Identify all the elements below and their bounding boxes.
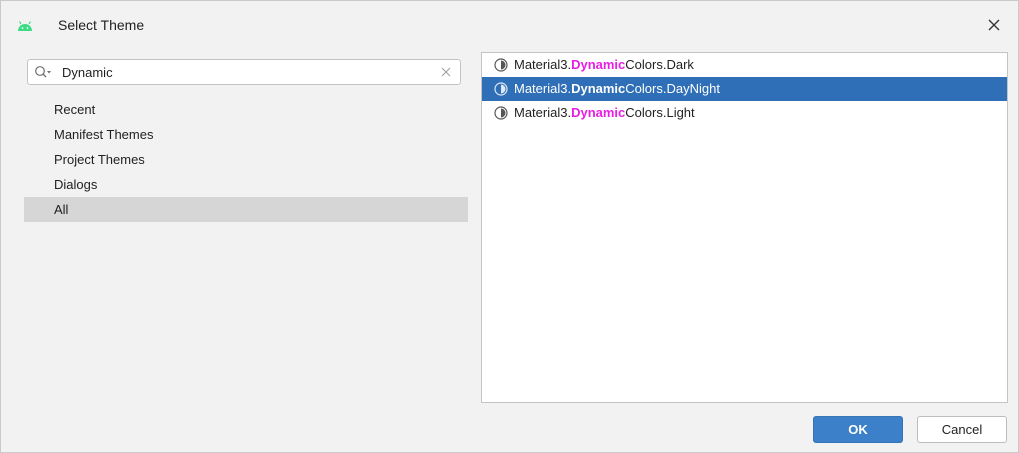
cancel-button[interactable]: Cancel — [917, 416, 1007, 443]
search-input[interactable] — [62, 63, 422, 81]
category-item-recent[interactable]: Recent — [24, 97, 468, 122]
android-icon — [18, 21, 32, 31]
theme-list: Material3.DynamicColors.Dark Material3.D… — [481, 52, 1008, 403]
select-theme-dialog: Select Theme Recent Manifest Themes Proj… — [0, 0, 1019, 453]
theme-item-dark[interactable]: Material3.DynamicColors.Dark — [482, 53, 1007, 77]
theme-icon — [494, 106, 508, 120]
search-icon[interactable] — [34, 65, 52, 79]
clear-icon[interactable] — [441, 67, 451, 77]
close-icon — [988, 19, 1000, 31]
title-bar: Select Theme — [1, 1, 1018, 49]
category-item-all[interactable]: All — [24, 197, 468, 222]
category-list: Recent Manifest Themes Project Themes Di… — [24, 97, 468, 222]
ok-button[interactable]: OK — [813, 416, 903, 443]
theme-icon — [494, 58, 508, 72]
theme-item-daynight[interactable]: Material3.DynamicColors.DayNight — [482, 77, 1007, 101]
theme-label: Material3.DynamicColors.Light — [514, 105, 695, 120]
category-item-dialogs[interactable]: Dialogs — [24, 172, 468, 197]
theme-label: Material3.DynamicColors.DayNight — [514, 81, 720, 96]
dialog-title: Select Theme — [58, 17, 145, 33]
search-match: Dynamic — [571, 57, 626, 72]
search-field[interactable] — [27, 59, 461, 85]
category-item-project-themes[interactable]: Project Themes — [24, 147, 468, 172]
search-match: Dynamic — [571, 105, 626, 120]
theme-label: Material3.DynamicColors.Dark — [514, 57, 694, 72]
theme-item-light[interactable]: Material3.DynamicColors.Light — [482, 101, 1007, 125]
category-item-manifest-themes[interactable]: Manifest Themes — [24, 122, 468, 147]
search-match: Dynamic — [571, 81, 626, 96]
theme-icon — [494, 82, 508, 96]
close-button[interactable] — [979, 12, 1009, 38]
